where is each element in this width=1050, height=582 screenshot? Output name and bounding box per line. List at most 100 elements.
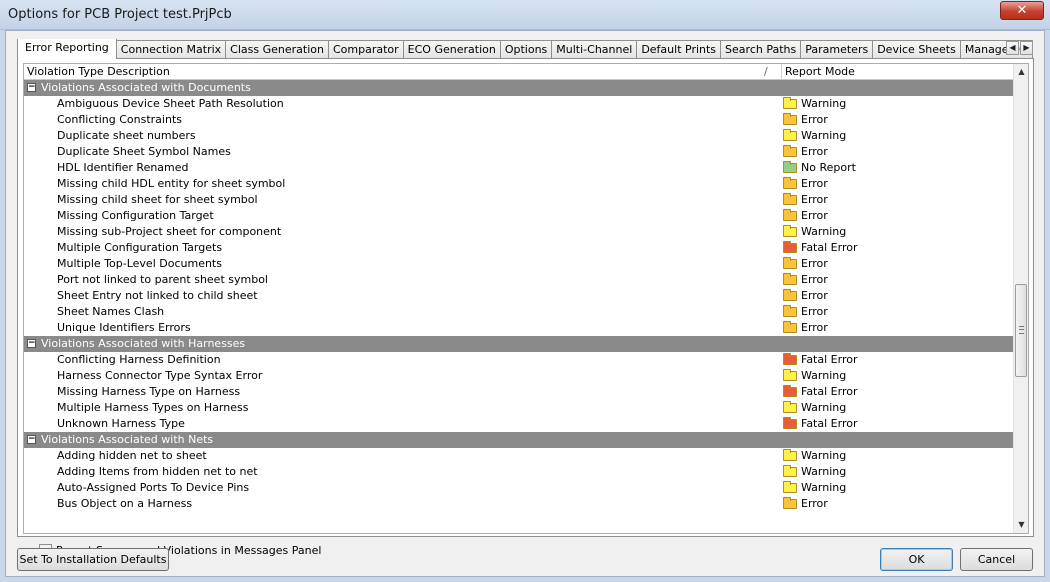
report-mode-icon[interactable]: [783, 97, 797, 109]
report-mode-icon[interactable]: [783, 145, 797, 157]
violation-row[interactable]: Missing child sheet for sheet symbol Erro…: [24, 192, 1014, 208]
tab-error-reporting[interactable]: Error Reporting: [17, 39, 117, 59]
violation-row[interactable]: Port not linked to parent sheet symbol Er…: [24, 272, 1014, 288]
report-mode-icon[interactable]: [783, 129, 797, 141]
scroll-thumb[interactable]: [1015, 284, 1027, 377]
report-mode-icon[interactable]: [783, 289, 797, 301]
tab-default-prints[interactable]: Default Prints: [636, 40, 722, 59]
group-row[interactable]: − Violations Associated with Documents: [24, 80, 1014, 96]
report-mode-value[interactable]: Fatal Error: [801, 353, 857, 366]
report-mode-icon[interactable]: [783, 273, 797, 285]
tab-comparator[interactable]: Comparator: [327, 40, 404, 59]
report-mode-value[interactable]: Error: [801, 289, 828, 302]
violation-row[interactable]: Sheet Names Clash Error: [24, 304, 1014, 320]
violation-row[interactable]: Bus Object on a Harness Error: [24, 496, 1014, 512]
group-row[interactable]: − Violations Associated with Nets: [24, 432, 1014, 448]
report-mode-icon[interactable]: [783, 497, 797, 509]
column-header-violation[interactable]: Violation Type Description: [27, 65, 170, 78]
violation-row[interactable]: Missing child HDL entity for sheet symbo…: [24, 176, 1014, 192]
scroll-down-button[interactable]: ▼: [1014, 517, 1028, 533]
violation-row[interactable]: Harness Connector Type Syntax Error Warni…: [24, 368, 1014, 384]
report-mode-icon[interactable]: [783, 113, 797, 125]
report-mode-value[interactable]: Warning: [801, 369, 846, 382]
report-mode-value[interactable]: Warning: [801, 481, 846, 494]
report-mode-icon[interactable]: [783, 353, 797, 365]
report-mode-value[interactable]: Error: [801, 497, 828, 510]
scroll-up-button[interactable]: ▲: [1014, 64, 1028, 80]
violation-row[interactable]: Missing Harness Type on Harness Fatal Err…: [24, 384, 1014, 400]
violation-row[interactable]: Missing sub-Project sheet for component W…: [24, 224, 1014, 240]
violation-row[interactable]: Missing Configuration Target Error: [24, 208, 1014, 224]
collapse-icon[interactable]: −: [27, 339, 36, 348]
report-mode-value[interactable]: Error: [801, 209, 828, 222]
report-mode-value[interactable]: Warning: [801, 97, 846, 110]
violation-row[interactable]: Duplicate Sheet Symbol Names Error: [24, 144, 1014, 160]
set-installation-defaults-button[interactable]: Set To Installation Defaults: [17, 548, 169, 571]
violation-row[interactable]: Adding hidden net to sheet Warning: [24, 448, 1014, 464]
violation-row[interactable]: Multiple Harness Types on Harness Warning: [24, 400, 1014, 416]
report-mode-icon[interactable]: [783, 241, 797, 253]
violation-row[interactable]: HDL Identifier Renamed No Report: [24, 160, 1014, 176]
tab-eco-generation[interactable]: ECO Generation: [402, 40, 501, 59]
tab-multi-channel[interactable]: Multi-Channel: [551, 40, 638, 59]
close-button[interactable]: ✕: [1000, 1, 1044, 20]
report-mode-icon[interactable]: [783, 193, 797, 205]
report-mode-value[interactable]: Error: [801, 305, 828, 318]
violation-row[interactable]: Sheet Entry not linked to child sheet Err…: [24, 288, 1014, 304]
report-mode-value[interactable]: Error: [801, 273, 828, 286]
report-mode-value[interactable]: Error: [801, 257, 828, 270]
tab-options[interactable]: Options: [499, 40, 553, 59]
violation-row[interactable]: Auto-Assigned Ports To Device Pins Warnin…: [24, 480, 1014, 496]
report-mode-icon[interactable]: [783, 401, 797, 413]
report-mode-value[interactable]: Error: [801, 177, 828, 190]
report-mode-value[interactable]: Error: [801, 145, 828, 158]
violation-row[interactable]: Ambiguous Device Sheet Path Resolution Wa…: [24, 96, 1014, 112]
tab-parameters[interactable]: Parameters: [800, 40, 874, 59]
violation-row[interactable]: Multiple Top-Level Documents Error: [24, 256, 1014, 272]
report-mode-value[interactable]: Fatal Error: [801, 385, 857, 398]
report-mode-value[interactable]: Warning: [801, 449, 846, 462]
tab-search-paths[interactable]: Search Paths: [720, 40, 802, 59]
column-divider[interactable]: [781, 64, 782, 80]
report-mode-icon[interactable]: [783, 369, 797, 381]
tab-device-sheets[interactable]: Device Sheets: [872, 40, 961, 59]
tab-scroll-left-button[interactable]: ◀: [1006, 41, 1019, 55]
group-row[interactable]: − Violations Associated with Harnesses: [24, 336, 1014, 352]
violation-row[interactable]: Adding Items from hidden net to net Warni…: [24, 464, 1014, 480]
vertical-scrollbar[interactable]: ▲ ▼: [1013, 64, 1028, 533]
report-mode-icon[interactable]: [783, 225, 797, 237]
tab-connection-matrix[interactable]: Connection Matrix: [115, 40, 227, 59]
report-mode-icon[interactable]: [783, 305, 797, 317]
report-mode-value[interactable]: Warning: [801, 129, 846, 142]
report-mode-icon[interactable]: [783, 481, 797, 493]
report-mode-icon[interactable]: [783, 449, 797, 461]
ok-button[interactable]: OK: [880, 548, 953, 571]
report-mode-icon[interactable]: [783, 257, 797, 269]
column-header-report-mode[interactable]: Report Mode: [785, 65, 855, 78]
cancel-button[interactable]: Cancel: [960, 548, 1033, 571]
violation-row[interactable]: Multiple Configuration Targets Fatal Erro…: [24, 240, 1014, 256]
report-mode-value[interactable]: No Report: [801, 161, 856, 174]
report-mode-icon[interactable]: [783, 385, 797, 397]
tab-scroll-right-button[interactable]: ▶: [1020, 41, 1033, 55]
collapse-icon[interactable]: −: [27, 83, 36, 92]
report-mode-value[interactable]: Warning: [801, 225, 846, 238]
report-mode-icon[interactable]: [783, 161, 797, 173]
violation-row[interactable]: Unknown Harness Type Fatal Error: [24, 416, 1014, 432]
report-mode-icon[interactable]: [783, 177, 797, 189]
report-mode-icon[interactable]: [783, 209, 797, 221]
violation-row[interactable]: Duplicate sheet numbers Warning: [24, 128, 1014, 144]
report-mode-value[interactable]: Fatal Error: [801, 241, 857, 254]
report-mode-value[interactable]: Error: [801, 193, 828, 206]
tab-class-generation[interactable]: Class Generation: [225, 40, 329, 59]
collapse-icon[interactable]: −: [27, 435, 36, 444]
report-mode-value[interactable]: Error: [801, 321, 828, 334]
report-mode-value[interactable]: Warning: [801, 401, 846, 414]
report-mode-value[interactable]: Fatal Error: [801, 417, 857, 430]
report-mode-icon[interactable]: [783, 465, 797, 477]
report-mode-value[interactable]: Error: [801, 113, 828, 126]
violation-row[interactable]: Conflicting Harness Definition Fatal Erro…: [24, 352, 1014, 368]
report-mode-value[interactable]: Warning: [801, 465, 846, 478]
violation-row[interactable]: Conflicting Constraints Error: [24, 112, 1014, 128]
report-mode-icon[interactable]: [783, 321, 797, 333]
